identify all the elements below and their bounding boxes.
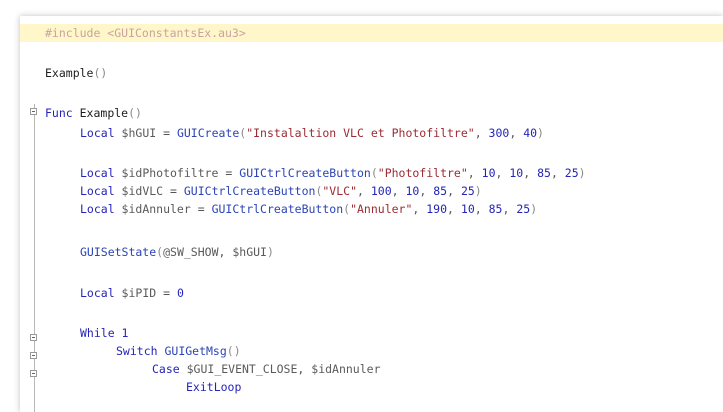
code-token-num: 25 (564, 166, 579, 180)
code-token-kw: While (80, 326, 122, 340)
code-token-var: $iPID (121, 286, 157, 300)
code-token-op: , (391, 184, 406, 198)
code-token-num: 10 (481, 166, 496, 180)
code-token-num: 190 (426, 202, 448, 216)
code-token-op: , (474, 126, 489, 140)
code-token-str: "Photofiltre" (377, 166, 468, 180)
code-token-op: , (467, 166, 482, 180)
code-token-var: $hGUI (121, 126, 157, 140)
code-token-paren: ) (537, 126, 544, 140)
code-line-func-example[interactable]: Func Example() (20, 104, 723, 122)
code-token-var: $GUI_EVENT_CLOSE (186, 362, 298, 376)
code-token-num: 100 (370, 184, 392, 198)
code-token-op: , (509, 126, 524, 140)
code-token-builtin: GUICreate (176, 126, 240, 140)
code-token-str: "Annuler" (350, 202, 413, 216)
code-token-op: , (218, 245, 233, 259)
code-token-str: "Instalaltion VLC et Photofiltre" (246, 126, 475, 140)
code-token-num: 85 (537, 166, 551, 180)
code-line-while[interactable]: While 1 (20, 324, 723, 342)
code-token-num: 25 (460, 184, 475, 198)
code-token-var: $idPhotofiltre (121, 166, 219, 180)
code-token-op: , (502, 202, 517, 216)
code-token-op: , (447, 184, 461, 198)
code-token-num: 0 (176, 286, 184, 300)
code-token-op: , (495, 166, 510, 180)
code-token-var: $idVLC (121, 184, 164, 198)
code-token-fn: Example (45, 66, 94, 80)
code-token-op: , (447, 202, 461, 216)
code-token-macro: @SW_SHOW (163, 245, 219, 259)
code-token-op: , (474, 202, 489, 216)
code-area[interactable]: #include <GUIConstantsEx.au3> Example() … (20, 16, 723, 412)
code-token-kw: Local (80, 184, 122, 198)
code-token-builtin: GUISetState (80, 245, 157, 259)
code-line-local-ipid[interactable]: Local $iPID = 0 (20, 284, 723, 302)
code-token-kw: Local (80, 286, 122, 300)
code-token-op: = (190, 202, 212, 216)
code-token-op: , (550, 166, 565, 180)
code-editor[interactable]: #include <GUIConstantsEx.au3> Example() … (20, 16, 723, 412)
code-token-op: = (156, 126, 177, 140)
code-line-switch[interactable]: Switch GUIGetMsg() (20, 342, 723, 360)
code-token-num: 85 (488, 202, 503, 216)
code-token-builtin: GUICtrlCreateButton (211, 202, 344, 216)
code-token-paren: () (93, 66, 108, 80)
code-token-op: , (419, 184, 434, 198)
code-token-builtin: GUICtrlCreateButton (239, 166, 371, 180)
code-line-button-vlc[interactable]: Local $idVLC = GUICtrlCreateButton("VLC"… (20, 182, 723, 200)
code-token-paren: ) (474, 184, 482, 198)
code-token-kw: Func (45, 106, 80, 120)
code-line-case[interactable]: Case $GUI_EVENT_CLOSE, $idAnnuler (20, 360, 723, 378)
code-token-paren: ) (578, 166, 586, 180)
code-token-op: , (357, 184, 371, 198)
code-line-button-annuler[interactable]: Local $idAnnuler = GUICtrlCreateButton("… (20, 200, 723, 218)
code-line-include[interactable]: #include <GUIConstantsEx.au3> (20, 24, 723, 42)
code-token-op: = (218, 166, 240, 180)
code-token-paren: ( (370, 166, 378, 180)
code-token-dim: #include <GUIConstantsEx.au3> (45, 26, 246, 40)
code-token-paren: () (128, 106, 142, 120)
code-token-num: 10 (509, 166, 524, 180)
code-token-builtin: GUIGetMsg (164, 344, 227, 358)
code-token-str: "VLC" (322, 184, 357, 198)
code-line-gui-create[interactable]: Local $hGUI = GUICreate("Instalaltion VL… (20, 124, 723, 142)
code-line-call-example[interactable]: Example() (20, 64, 723, 82)
code-token-num: 25 (516, 202, 531, 216)
code-token-paren: () (226, 344, 241, 358)
code-token-num: 300 (488, 126, 510, 140)
code-token-paren: ) (530, 202, 538, 216)
code-token-kw: Local (80, 166, 122, 180)
code-line-button-photofiltre[interactable]: Local $idPhotofiltre = GUICtrlCreateButt… (20, 164, 723, 182)
code-token-builtin: GUICtrlCreateButton (183, 184, 316, 198)
code-token-op: = (156, 286, 177, 300)
code-token-op: , (297, 362, 312, 376)
code-token-var: $idAnnuler (121, 202, 191, 216)
code-token-num: 10 (405, 184, 420, 198)
code-token-kw: Local (80, 202, 122, 216)
code-token-kw: Local (80, 126, 122, 140)
code-line-exitloop[interactable]: ExitLoop (20, 378, 723, 396)
code-token-paren: ) (266, 245, 274, 259)
code-token-num: 10 (460, 202, 475, 216)
code-token-op: = (163, 184, 184, 198)
code-token-op: , (412, 202, 427, 216)
code-token-var: $hGUI (232, 245, 267, 259)
code-token-kw: Case (152, 362, 187, 376)
code-token-kw: Switch (116, 344, 165, 358)
code-token-var: $idAnnuler (311, 362, 381, 376)
code-token-num: 85 (433, 184, 448, 198)
code-token-kw: ExitLoop (186, 380, 242, 394)
code-token-op: , (523, 166, 538, 180)
code-line-gui-set-state[interactable]: GUISetState(@SW_SHOW, $hGUI) (20, 243, 723, 261)
code-token-fn: Example (79, 106, 129, 120)
code-token-num: 40 (523, 126, 538, 140)
code-token-num: 1 (121, 326, 129, 340)
